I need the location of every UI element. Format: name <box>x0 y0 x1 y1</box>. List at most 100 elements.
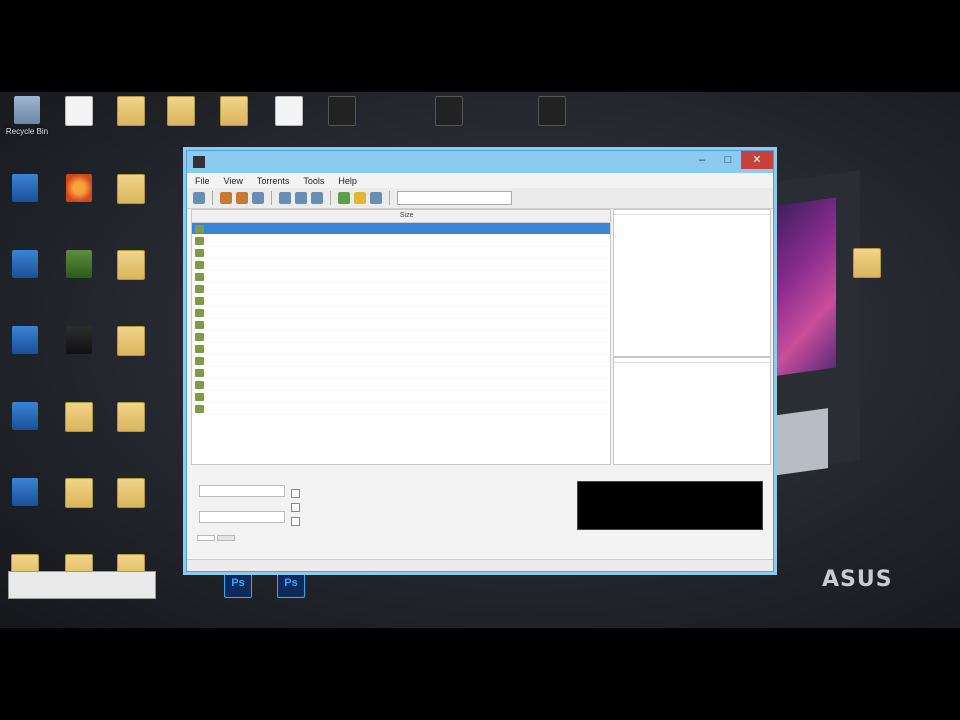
desktop-icon-photoshop[interactable]: Ps <box>260 568 322 601</box>
desktop-icon[interactable] <box>418 96 480 129</box>
speed-graph <box>577 481 763 530</box>
checkbox[interactable] <box>291 503 300 512</box>
torrent-icon <box>195 320 204 329</box>
torrent-icon <box>195 248 204 257</box>
toolbar-separator <box>330 191 331 205</box>
tab-details[interactable] <box>217 535 235 541</box>
desktop-icon[interactable] <box>521 96 583 129</box>
table-row[interactable] <box>192 271 610 283</box>
side-panel-top <box>613 209 771 357</box>
save-icon[interactable] <box>252 192 264 204</box>
side-panel-bottom <box>613 357 771 465</box>
window-icon <box>538 96 566 126</box>
app-window[interactable]: – □ ✕ File View Torrents Tools Help Size <box>186 150 774 572</box>
table-row[interactable] <box>192 319 610 331</box>
down-icon[interactable] <box>354 192 366 204</box>
table-row[interactable] <box>192 343 610 355</box>
app-icon <box>12 174 38 202</box>
folder-icon <box>65 478 93 508</box>
window-icon <box>328 96 356 126</box>
desktop-icon[interactable] <box>100 402 162 435</box>
desktop-icon[interactable] <box>100 174 162 207</box>
letterbox-top <box>0 0 960 92</box>
table-row[interactable] <box>192 223 610 235</box>
folder-icon <box>65 402 93 432</box>
torrent-icon <box>195 380 204 389</box>
folder-icon <box>117 326 145 356</box>
document-icon <box>275 96 303 126</box>
pause-icon[interactable] <box>295 192 307 204</box>
minimize-button[interactable]: – <box>689 151 715 169</box>
stop-icon[interactable] <box>311 192 323 204</box>
table-row[interactable] <box>192 247 610 259</box>
table-row[interactable] <box>192 391 610 403</box>
laptop-screen <box>772 197 836 377</box>
table-row[interactable] <box>192 403 610 415</box>
close-button[interactable]: ✕ <box>741 151 773 169</box>
tab-general[interactable] <box>197 535 215 541</box>
maximize-button[interactable]: □ <box>715 151 741 169</box>
col-name[interactable] <box>192 210 384 222</box>
menu-file[interactable]: File <box>195 176 210 186</box>
torrent-icon <box>195 308 204 317</box>
desktop-icon[interactable] <box>311 96 373 129</box>
torrent-icon <box>195 392 204 401</box>
table-row[interactable] <box>192 367 610 379</box>
torrent-icon <box>195 296 204 305</box>
folder-icon <box>117 174 145 204</box>
add-icon[interactable] <box>193 192 205 204</box>
torrent-icon <box>195 344 204 353</box>
window-icon <box>435 96 463 126</box>
table-row[interactable] <box>192 331 610 343</box>
torrent-icon <box>195 272 204 281</box>
asus-logo: ASUS <box>822 567 893 592</box>
taskbar-thumbnail <box>8 571 156 599</box>
col-2[interactable] <box>425 210 470 222</box>
desktop-icon[interactable] <box>203 96 265 129</box>
toolbar-separator <box>271 191 272 205</box>
text-field[interactable] <box>199 485 285 497</box>
torrent-list: Size <box>191 209 611 465</box>
folder-icon[interactable] <box>236 192 248 204</box>
table-row[interactable] <box>192 235 610 247</box>
checkbox[interactable] <box>291 517 300 526</box>
toolbar-separator <box>212 191 213 205</box>
details-panel <box>191 465 769 553</box>
details-tabs <box>197 535 235 541</box>
table-row[interactable] <box>192 283 610 295</box>
desktop-icon[interactable] <box>100 326 162 359</box>
menu-view[interactable]: View <box>224 176 243 186</box>
menu-bar: File View Torrents Tools Help <box>187 173 773 188</box>
torrent-icon <box>195 236 204 245</box>
torrent-icon <box>195 356 204 365</box>
table-row[interactable] <box>192 355 610 367</box>
col-4[interactable] <box>555 210 610 222</box>
list-header: Size <box>192 210 610 223</box>
table-row[interactable] <box>192 259 610 271</box>
app-icon <box>193 156 205 168</box>
address-input[interactable] <box>397 191 512 205</box>
menu-torrents[interactable]: Torrents <box>257 176 290 186</box>
photoshop-icon: Ps <box>224 568 252 598</box>
checkbox[interactable] <box>291 489 300 498</box>
folder-icon <box>117 478 145 508</box>
settings-icon[interactable] <box>370 192 382 204</box>
menu-tools[interactable]: Tools <box>303 176 324 186</box>
table-row[interactable] <box>192 379 610 391</box>
up-icon[interactable] <box>338 192 350 204</box>
col-size[interactable]: Size <box>384 210 425 222</box>
desktop-icon[interactable] <box>100 478 162 511</box>
open-icon[interactable] <box>220 192 232 204</box>
start-icon[interactable] <box>279 192 291 204</box>
text-field[interactable] <box>199 511 285 523</box>
torrent-icon <box>195 332 204 341</box>
folder-icon <box>117 250 145 280</box>
col-3[interactable] <box>471 210 555 222</box>
toolbar <box>187 188 773 209</box>
table-row[interactable] <box>192 295 610 307</box>
title-bar[interactable]: – □ ✕ <box>187 151 773 173</box>
table-row[interactable] <box>192 307 610 319</box>
desktop-icon[interactable] <box>836 248 898 281</box>
menu-help[interactable]: Help <box>338 176 357 186</box>
desktop-icon[interactable] <box>100 250 162 283</box>
